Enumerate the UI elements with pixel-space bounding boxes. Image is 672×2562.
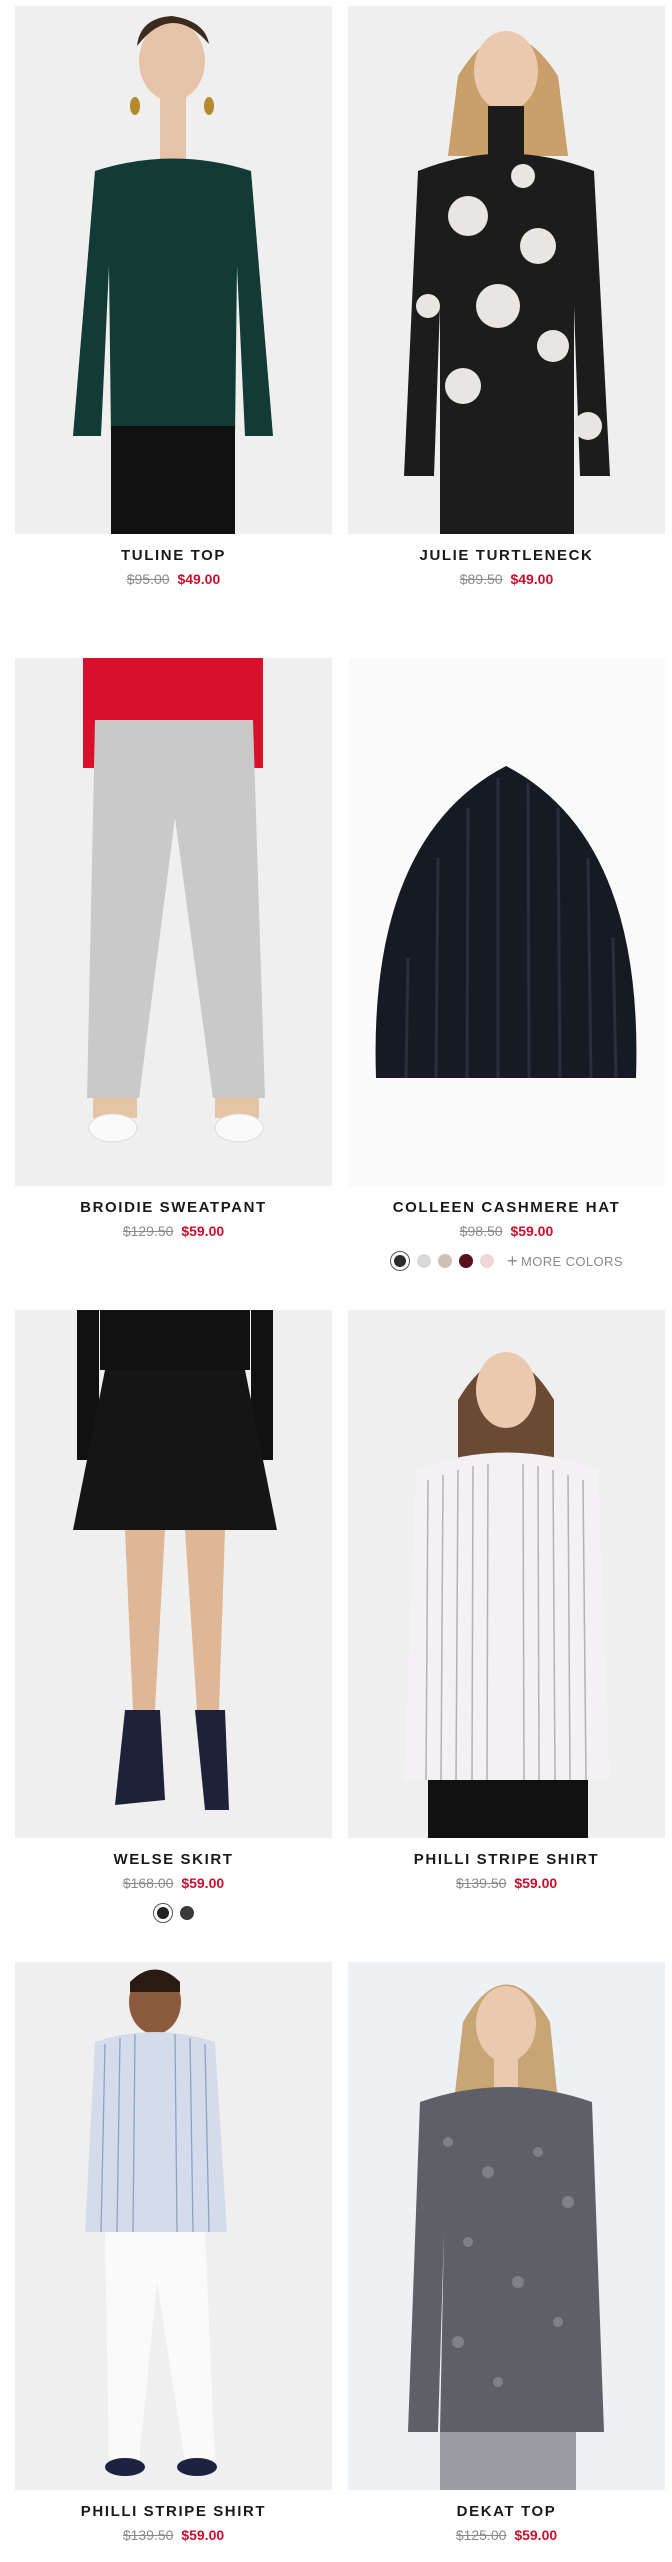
- product-name[interactable]: PHILLI STRIPE SHIRT: [348, 1851, 665, 1869]
- model-in-grey-sweatpant-image: [15, 658, 332, 1186]
- product-name[interactable]: TULINE TOP: [15, 547, 332, 565]
- price-row: $129.50 $59.00: [15, 1223, 332, 1239]
- original-price: $125.00: [455, 2527, 507, 2543]
- product-name[interactable]: JULIE TURTLENECK: [348, 547, 665, 565]
- product-card[interactable]: COLLEEN CASHMERE HAT $98.50 $59.00 + MOR…: [348, 658, 665, 1271]
- product-card[interactable]: PHILLI STRIPE SHIRT $139.50 $59.00: [348, 1310, 665, 1891]
- color-swatch[interactable]: [438, 1254, 453, 1268]
- product-image[interactable]: [15, 6, 332, 534]
- price-row: $95.00 $49.00: [15, 571, 332, 587]
- original-price: $129.50: [122, 1223, 174, 1239]
- color-swatch-selected[interactable]: [153, 1903, 173, 1923]
- model-in-blue-stripe-shirt-image: [15, 1962, 332, 2490]
- color-swatch[interactable]: [480, 1254, 495, 1268]
- color-swatch[interactable]: [180, 1906, 194, 1920]
- product-image[interactable]: [15, 1310, 332, 1838]
- sale-price: $59.00: [510, 1223, 554, 1239]
- sale-price: $59.00: [514, 2527, 558, 2543]
- product-image[interactable]: [15, 1962, 332, 2490]
- more-colors-label: MORE COLORS: [521, 1253, 623, 1269]
- product-name[interactable]: BROIDIE SWEATPANT: [15, 1199, 332, 1217]
- original-price: $139.50: [122, 2527, 174, 2543]
- original-price: $139.50: [455, 1875, 507, 1891]
- more-colors-link[interactable]: + MORE COLORS: [507, 1251, 623, 1271]
- product-name[interactable]: COLLEEN CASHMERE HAT: [348, 1199, 665, 1217]
- price-row: $125.00 $59.00: [348, 2527, 665, 2543]
- product-image[interactable]: [348, 6, 665, 534]
- color-swatches: + MORE COLORS: [348, 1251, 665, 1271]
- price-row: $98.50 $59.00: [348, 1223, 665, 1239]
- original-price: $95.00: [126, 571, 170, 587]
- sale-price: $59.00: [181, 1223, 225, 1239]
- price-row: $139.50 $59.00: [15, 2527, 332, 2543]
- original-price: $98.50: [459, 1223, 503, 1239]
- color-swatches: [15, 1903, 332, 1923]
- color-swatch-selected[interactable]: [390, 1251, 411, 1271]
- product-name[interactable]: PHILLI STRIPE SHIRT: [15, 2503, 332, 2521]
- product-card[interactable]: TULINE TOP $95.00 $49.00: [15, 6, 332, 587]
- model-in-grey-knit-top-image: [348, 1962, 665, 2490]
- product-image[interactable]: [348, 1310, 665, 1838]
- sale-price: $49.00: [177, 571, 221, 587]
- price-row: $168.00 $59.00: [15, 1875, 332, 1891]
- product-card[interactable]: PHILLI STRIPE SHIRT $139.50 $59.00: [15, 1962, 332, 2543]
- model-in-green-top-image: [15, 6, 332, 534]
- product-image[interactable]: [15, 658, 332, 1186]
- color-swatch[interactable]: [459, 1254, 474, 1268]
- original-price: $89.50: [459, 571, 503, 587]
- product-name[interactable]: WELSE SKIRT: [15, 1851, 332, 1869]
- product-grid: TULINE TOP $95.00 $49.00 JULIE TURTLENEC…: [0, 0, 672, 2562]
- color-swatch[interactable]: [417, 1254, 432, 1268]
- product-image[interactable]: [348, 1962, 665, 2490]
- price-row: $139.50 $59.00: [348, 1875, 665, 1891]
- sale-price: $59.00: [181, 1875, 225, 1891]
- original-price: $168.00: [122, 1875, 174, 1891]
- product-card[interactable]: WELSE SKIRT $168.00 $59.00: [15, 1310, 332, 1923]
- sale-price: $59.00: [514, 1875, 558, 1891]
- model-in-stripe-shirt-image: [348, 1310, 665, 1838]
- model-in-floral-turtleneck-image: [348, 6, 665, 534]
- sale-price: $59.00: [181, 2527, 225, 2543]
- plus-icon: +: [507, 1251, 518, 1271]
- product-card[interactable]: JULIE TURTLENECK $89.50 $49.00: [348, 6, 665, 587]
- model-in-black-skirt-image: [15, 1310, 332, 1838]
- product-image[interactable]: [348, 658, 665, 1186]
- sale-price: $49.00: [510, 571, 554, 587]
- black-knit-hat-image: [348, 658, 665, 1186]
- product-name[interactable]: DEKAT TOP: [348, 2503, 665, 2521]
- product-card[interactable]: DEKAT TOP $125.00 $59.00: [348, 1962, 665, 2543]
- product-card[interactable]: BROIDIE SWEATPANT $129.50 $59.00: [15, 658, 332, 1239]
- price-row: $89.50 $49.00: [348, 571, 665, 587]
